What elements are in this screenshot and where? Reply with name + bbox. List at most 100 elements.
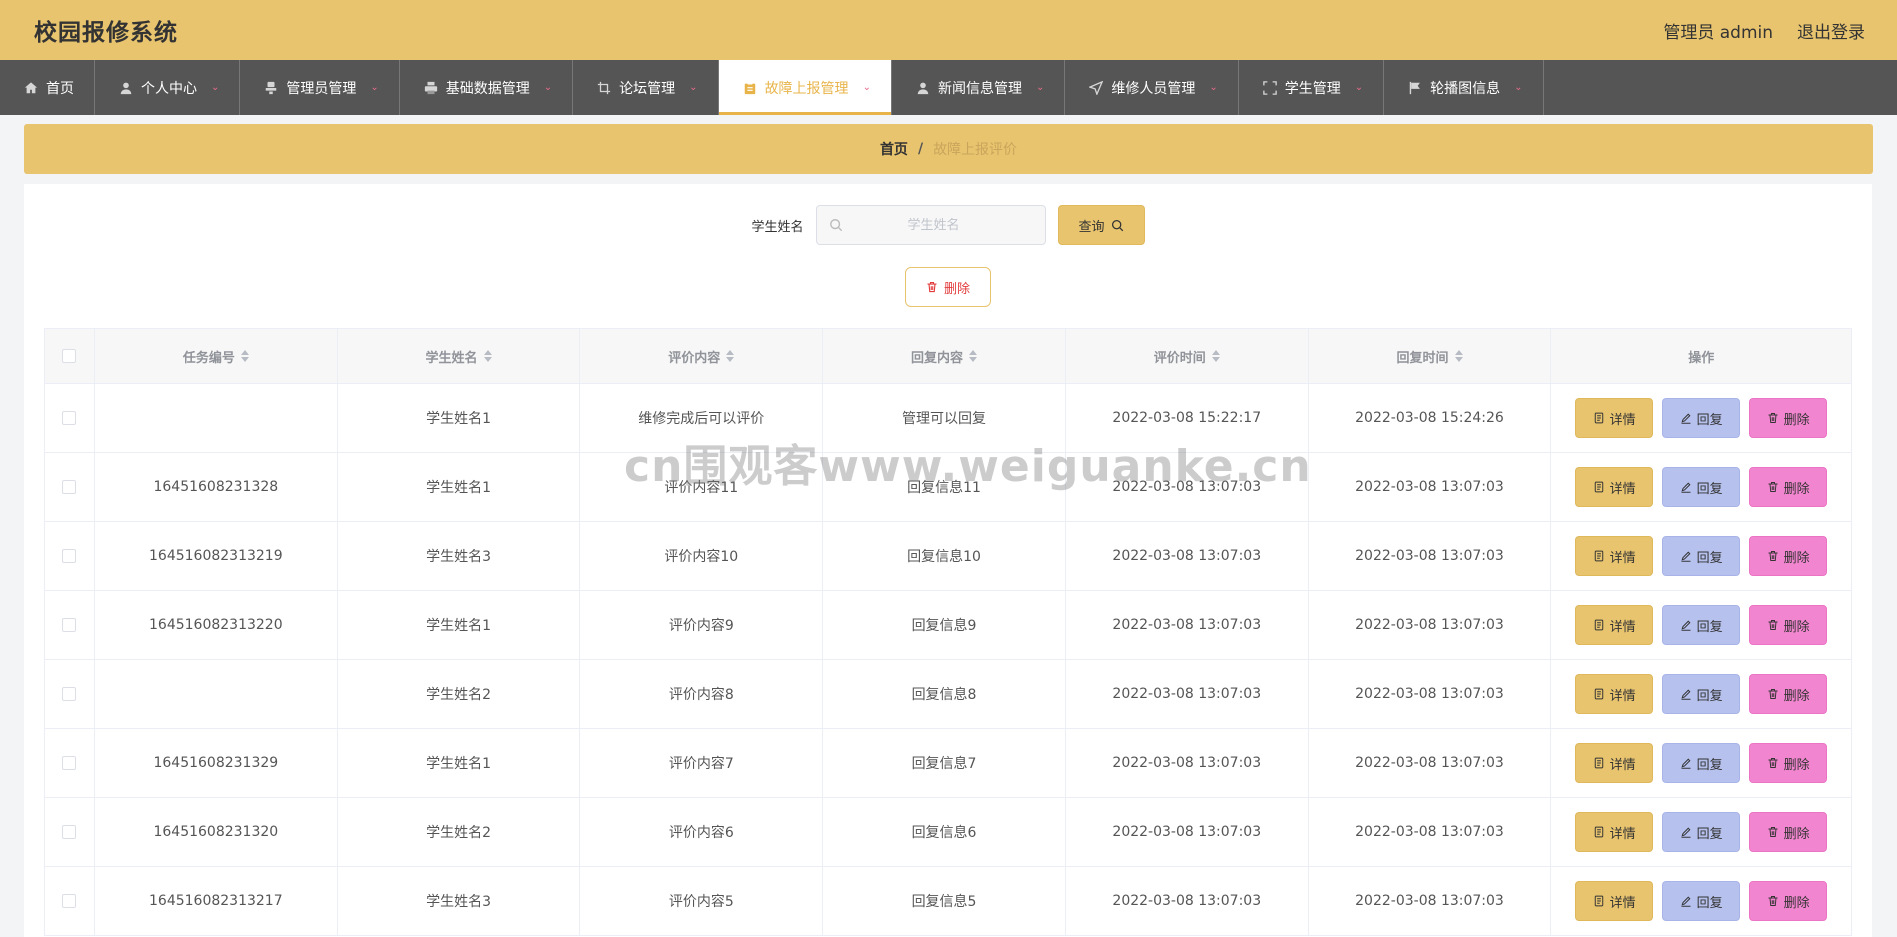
row-checkbox[interactable] bbox=[62, 894, 77, 908]
sort-icon[interactable] bbox=[1211, 350, 1220, 362]
reply-cell: 回复信息8 bbox=[823, 660, 1066, 728]
table-row: 16451608231320 学生姓名2 评价内容6 回复信息6 2022-03-08 … bbox=[45, 798, 1851, 867]
delete-button[interactable]: 删除 bbox=[1749, 743, 1828, 783]
logout-link[interactable]: 退出登录 bbox=[1797, 18, 1865, 43]
nav-item-5[interactable]: 故障上报管理 ⌄ bbox=[718, 60, 892, 115]
column-header[interactable]: 评价内容 bbox=[580, 329, 824, 383]
delete-button[interactable]: 删除 bbox=[1749, 812, 1828, 852]
nav-item-1[interactable]: 个人中心 ⌄ bbox=[95, 60, 241, 115]
detail-button[interactable]: 详情 bbox=[1575, 812, 1654, 852]
student-name-cell: 学生姓名3 bbox=[338, 522, 581, 590]
row-checkbox[interactable] bbox=[62, 825, 77, 839]
row-checkbox[interactable] bbox=[62, 618, 77, 632]
row-checkbox[interactable] bbox=[62, 549, 77, 563]
delete-button-label: 删除 bbox=[1783, 481, 1810, 497]
detail-button[interactable]: 详情 bbox=[1575, 398, 1654, 438]
sort-icon[interactable] bbox=[240, 350, 249, 362]
reply-button[interactable]: 回复 bbox=[1662, 398, 1741, 438]
query-button[interactable]: 查询 bbox=[1057, 205, 1145, 245]
comment-time-cell: 2022-03-08 13:07:03 bbox=[1066, 591, 1309, 659]
sort-icon[interactable] bbox=[726, 350, 735, 362]
reply-button-label: 回复 bbox=[1696, 688, 1723, 704]
toolbar: 删除 bbox=[24, 267, 1872, 307]
reply-time-cell: 2022-03-08 15:24:26 bbox=[1309, 384, 1552, 452]
reply-button[interactable]: 回复 bbox=[1662, 536, 1741, 576]
breadcrumb-home[interactable]: 首页 bbox=[880, 139, 908, 159]
delete-button[interactable]: 删除 bbox=[1749, 536, 1828, 576]
column-header-label: 评价内容 bbox=[668, 350, 721, 366]
nav-item-label: 基础数据管理 bbox=[445, 80, 530, 97]
row-checkbox[interactable] bbox=[62, 756, 77, 770]
nav-item-label: 首页 bbox=[46, 80, 74, 97]
detail-button[interactable]: 详情 bbox=[1575, 467, 1654, 507]
search-icon bbox=[1111, 219, 1123, 231]
row-checkbox[interactable] bbox=[62, 411, 77, 425]
nav-item-6[interactable]: 新闻信息管理 ⌄ bbox=[892, 60, 1066, 115]
delete-button[interactable]: 删除 bbox=[1749, 398, 1828, 438]
comment-cell: 评价内容10 bbox=[580, 522, 824, 590]
detail-button[interactable]: 详情 bbox=[1575, 674, 1654, 714]
column-header[interactable]: 任务编号 bbox=[95, 329, 338, 383]
reply-button[interactable]: 回复 bbox=[1662, 881, 1741, 921]
edit-icon bbox=[1681, 689, 1691, 700]
delete-button[interactable]: 删除 bbox=[1749, 881, 1828, 921]
search-input-wrapper[interactable] bbox=[815, 205, 1046, 245]
nav-item-label: 新闻信息管理 bbox=[937, 80, 1022, 97]
student-name-cell: 学生姓名1 bbox=[338, 729, 581, 797]
column-header-label: 评价时间 bbox=[1153, 350, 1206, 366]
app-title: 校园报修系统 bbox=[34, 20, 178, 46]
column-header[interactable]: 评价时间 bbox=[1066, 329, 1309, 383]
current-user-label: 管理员 admin bbox=[1663, 22, 1773, 43]
sort-icon[interactable] bbox=[969, 350, 978, 362]
reply-button[interactable]: 回复 bbox=[1662, 812, 1741, 852]
search-icon bbox=[829, 219, 842, 232]
nav-item-8[interactable]: 学生管理 ⌄ bbox=[1239, 60, 1385, 115]
nav-item-0[interactable]: 首页 bbox=[0, 60, 95, 115]
trash-icon bbox=[1768, 896, 1778, 906]
column-header[interactable]: 学生姓名 bbox=[338, 329, 581, 383]
detail-button[interactable]: 详情 bbox=[1575, 536, 1654, 576]
reply-button[interactable]: 回复 bbox=[1662, 743, 1741, 783]
table-row: 16451608231329 学生姓名1 评价内容7 回复信息7 2022-03-08 … bbox=[45, 729, 1851, 798]
sort-icon[interactable] bbox=[483, 350, 492, 362]
document-icon bbox=[1594, 826, 1603, 838]
nav-item-2[interactable]: 管理员管理 ⌄ bbox=[240, 60, 400, 115]
batch-delete-button[interactable]: 删除 bbox=[904, 267, 991, 307]
fullscreen-icon bbox=[1262, 80, 1277, 95]
row-checkbox-cell bbox=[45, 798, 95, 866]
chevron-down-icon: ⌄ bbox=[543, 82, 553, 93]
chevron-down-icon: ⌄ bbox=[862, 82, 871, 93]
sort-icon[interactable] bbox=[1454, 350, 1463, 362]
row-checkbox[interactable] bbox=[62, 687, 77, 701]
task-number-cell bbox=[95, 384, 338, 452]
nav-item-3[interactable]: 基础数据管理 ⌄ bbox=[400, 60, 574, 115]
reply-button-label: 回复 bbox=[1696, 481, 1723, 497]
nav-item-label: 维修人员管理 bbox=[1111, 80, 1196, 97]
column-header[interactable]: 回复时间 bbox=[1309, 329, 1552, 383]
delete-button[interactable]: 删除 bbox=[1749, 674, 1828, 714]
detail-button[interactable]: 详情 bbox=[1575, 881, 1654, 921]
column-header[interactable]: 回复内容 bbox=[823, 329, 1066, 383]
row-actions: 详情 回复 删除 bbox=[1551, 729, 1851, 797]
nav-item-4[interactable]: 论坛管理 ⌄ bbox=[573, 60, 719, 115]
task-number-cell bbox=[95, 660, 338, 728]
reply-button[interactable]: 回复 bbox=[1662, 674, 1741, 714]
reply-time-cell: 2022-03-08 13:07:03 bbox=[1309, 453, 1552, 521]
table-body: 学生姓名1 维修完成后可以评价 管理可以回复 2022-03-08 15:22:17 2… bbox=[45, 384, 1851, 936]
detail-button[interactable]: 详情 bbox=[1575, 743, 1654, 783]
reply-button[interactable]: 回复 bbox=[1662, 467, 1741, 507]
row-checkbox[interactable] bbox=[62, 480, 77, 494]
nav-item-9[interactable]: 轮播图信息 ⌄ bbox=[1384, 60, 1544, 115]
reply-button[interactable]: 回复 bbox=[1662, 605, 1741, 645]
edit-icon bbox=[1681, 482, 1691, 493]
detail-button[interactable]: 详情 bbox=[1575, 605, 1654, 645]
delete-button[interactable]: 删除 bbox=[1749, 605, 1828, 645]
select-all-checkbox[interactable] bbox=[62, 349, 77, 363]
delete-button[interactable]: 删除 bbox=[1749, 467, 1828, 507]
nav-item-7[interactable]: 维修人员管理 ⌄ bbox=[1065, 60, 1239, 115]
comment-cell: 评价内容5 bbox=[580, 867, 824, 935]
trash-icon bbox=[1768, 689, 1778, 699]
student-name-search-input[interactable] bbox=[842, 217, 1025, 233]
row-actions: 详情 回复 删除 bbox=[1551, 867, 1851, 935]
nav-item-label: 故障上报管理 bbox=[764, 80, 849, 97]
